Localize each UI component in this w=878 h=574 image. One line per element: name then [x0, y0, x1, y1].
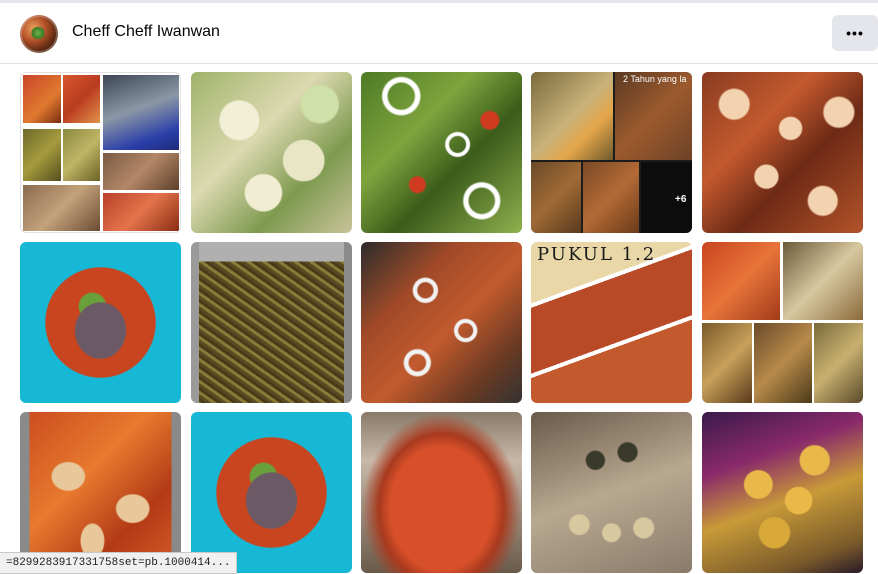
photo-collage-trays[interactable] — [20, 72, 181, 233]
photo-fish-onion-tray[interactable] — [361, 242, 522, 403]
more-photos-count[interactable]: +6 — [675, 194, 686, 205]
avatar[interactable] — [20, 15, 58, 53]
page-header: Cheff Cheff Iwanwan ••• — [0, 3, 878, 64]
photo-jars-table[interactable] — [531, 412, 692, 573]
status-bar-url: =8299283917331758set=pb.1000414... — [0, 552, 238, 574]
page-name-link[interactable]: Cheff Cheff Iwanwan — [72, 23, 220, 41]
photo-red-sauce-pot[interactable] — [361, 412, 522, 573]
more-options-button[interactable]: ••• — [832, 15, 878, 51]
photo-beef-soup-blue-2[interactable] — [191, 412, 352, 573]
photo-grid: 2 Tahun yang la +6 PUKUL 1.2 — [0, 64, 878, 574]
photo-fried-noodles-tray[interactable] — [191, 242, 352, 403]
photo-vegetable-salad[interactable] — [191, 72, 352, 233]
photo-fish-collage[interactable]: PUKUL 1.2 — [531, 242, 692, 403]
photo-chicken-curry-tray[interactable] — [20, 412, 181, 573]
photo-collage-containers[interactable]: 2 Tahun yang la +6 — [531, 72, 692, 233]
photo-overlay-text: PUKUL 1.2 — [537, 244, 657, 265]
photo-beef-soup-blue[interactable] — [20, 242, 181, 403]
photo-crackers-jar[interactable] — [702, 412, 863, 573]
photo-timestamp: 2 Tahun yang la — [623, 74, 687, 84]
photo-noodle-boxes[interactable] — [702, 72, 863, 233]
photo-green-bean-stirfry[interactable] — [361, 72, 522, 233]
photo-noodle-collage[interactable] — [702, 242, 863, 403]
